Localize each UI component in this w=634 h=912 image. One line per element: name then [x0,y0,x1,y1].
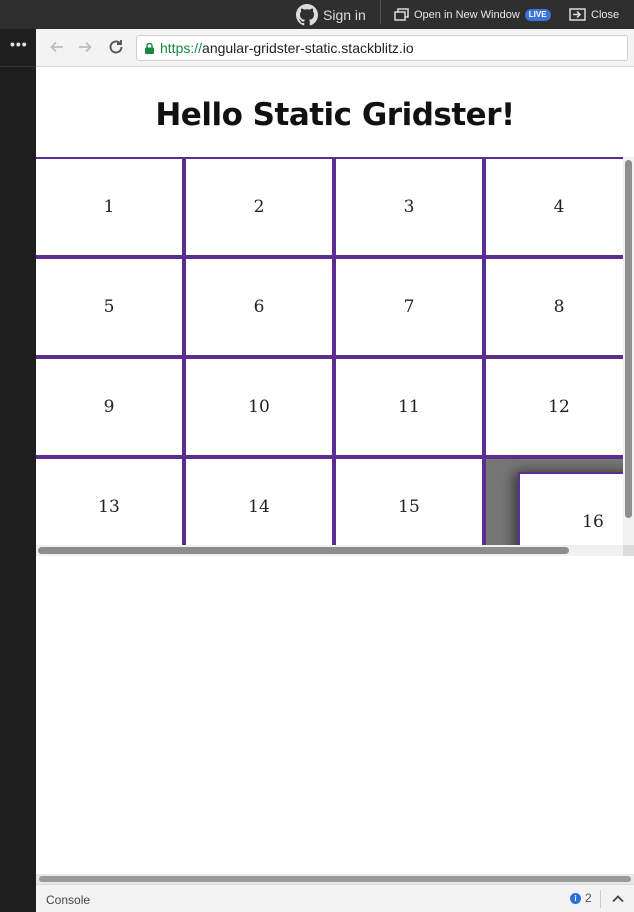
console-tab[interactable]: Console [46,893,90,907]
grid-item[interactable]: 8 [484,257,623,357]
sidebar-divider [0,66,36,67]
lock-icon [145,42,154,54]
forward-button[interactable] [74,36,96,58]
grid-item[interactable]: 3 [334,157,484,257]
grid-vertical-scroll-thumb[interactable] [625,160,632,518]
exit-icon [569,8,586,21]
close-button[interactable]: Close [569,0,619,29]
console-count-value: 2 [585,891,592,905]
info-icon: i [570,892,581,904]
url-bar[interactable]: https://angular-gridster-static.stackbli… [136,35,628,61]
grid-item-label: 12 [548,397,570,417]
grid-item[interactable]: 5 [36,257,184,357]
sign-in-label: Sign in [323,6,366,23]
console-message-count[interactable]: i 2 [570,891,592,905]
editor-sidebar: ••• [0,29,36,912]
live-badge: LIVE [524,8,551,21]
grid-item-label: 16 [582,512,604,532]
grid-item-label: 9 [103,397,115,417]
grid-item-label: 6 [253,297,265,317]
grid-item-label: 5 [103,297,115,317]
console-toggle-button[interactable] [610,891,626,907]
sign-in-button[interactable]: Sign in [296,0,366,29]
grid-item[interactable]: 6 [184,257,334,357]
grid-item-label: 14 [248,497,270,517]
page-title: Hello Static Gridster! [155,97,515,133]
arrow-right-icon [79,41,92,53]
grid-item[interactable]: 10 [184,357,334,457]
grid-item-label: 7 [403,297,415,317]
grid-item[interactable]: 1 [36,157,184,257]
back-button[interactable] [46,36,68,58]
arrow-left-icon [50,41,63,53]
grid-item-label: 13 [98,497,120,517]
grid-item-label: 11 [398,397,420,417]
grid-item[interactable]: 14 [184,457,334,545]
reload-icon [109,40,123,54]
more-options-icon[interactable]: ••• [10,37,27,51]
preview-horizontal-scroll-thumb[interactable] [39,876,631,882]
app-root: Sign in Open in New Window LIVE Close ••… [0,0,634,912]
new-window-icon [394,8,409,21]
grid-item[interactable]: 4 [484,157,623,257]
gridster-grid: 1 2 3 4 5 6 7 8 9 10 11 12 13 14 15 16 [36,157,623,545]
scrollbar-corner [623,545,634,556]
console-divider [600,890,601,908]
grid-item[interactable]: 2 [184,157,334,257]
reload-button[interactable] [105,36,127,58]
preview-page: Hello Static Gridster! 1 2 3 4 5 6 7 8 9… [36,67,634,874]
grid-item[interactable]: 9 [36,357,184,457]
grid-horizontal-scroll-thumb[interactable] [38,547,569,554]
close-label: Close [591,8,620,21]
top-bar: Sign in Open in New Window LIVE Close [0,0,634,29]
github-icon [296,3,318,25]
grid-item[interactable]: 7 [334,257,484,357]
grid-item-label: 10 [248,397,270,417]
url-host: angular-gridster-static.stackblitz.io [202,40,414,56]
grid-item-label: 3 [403,197,415,217]
grid-item[interactable]: 13 [36,457,184,545]
console-panel: Console i 2 [36,884,634,912]
open-new-window-label: Open in New Window [414,8,520,21]
grid-item-label: 1 [103,197,115,217]
grid-item-label: 4 [553,197,565,217]
grid-item-label: 8 [553,297,565,317]
grid-item[interactable]: 12 [484,357,623,457]
open-new-window-button[interactable]: Open in New Window LIVE [394,0,551,29]
url-scheme: https:// [160,40,203,56]
grid-item-label: 15 [398,497,420,517]
dragged-grid-item[interactable]: 16 [518,472,623,545]
grid-item[interactable]: 15 [334,457,484,545]
preview-browser-bar: https://angular-gridster-static.stackbli… [36,29,634,67]
grid-item-label: 2 [253,197,265,217]
topbar-divider [380,0,381,24]
grid-item[interactable]: 11 [334,357,484,457]
chevron-up-icon [612,895,624,903]
